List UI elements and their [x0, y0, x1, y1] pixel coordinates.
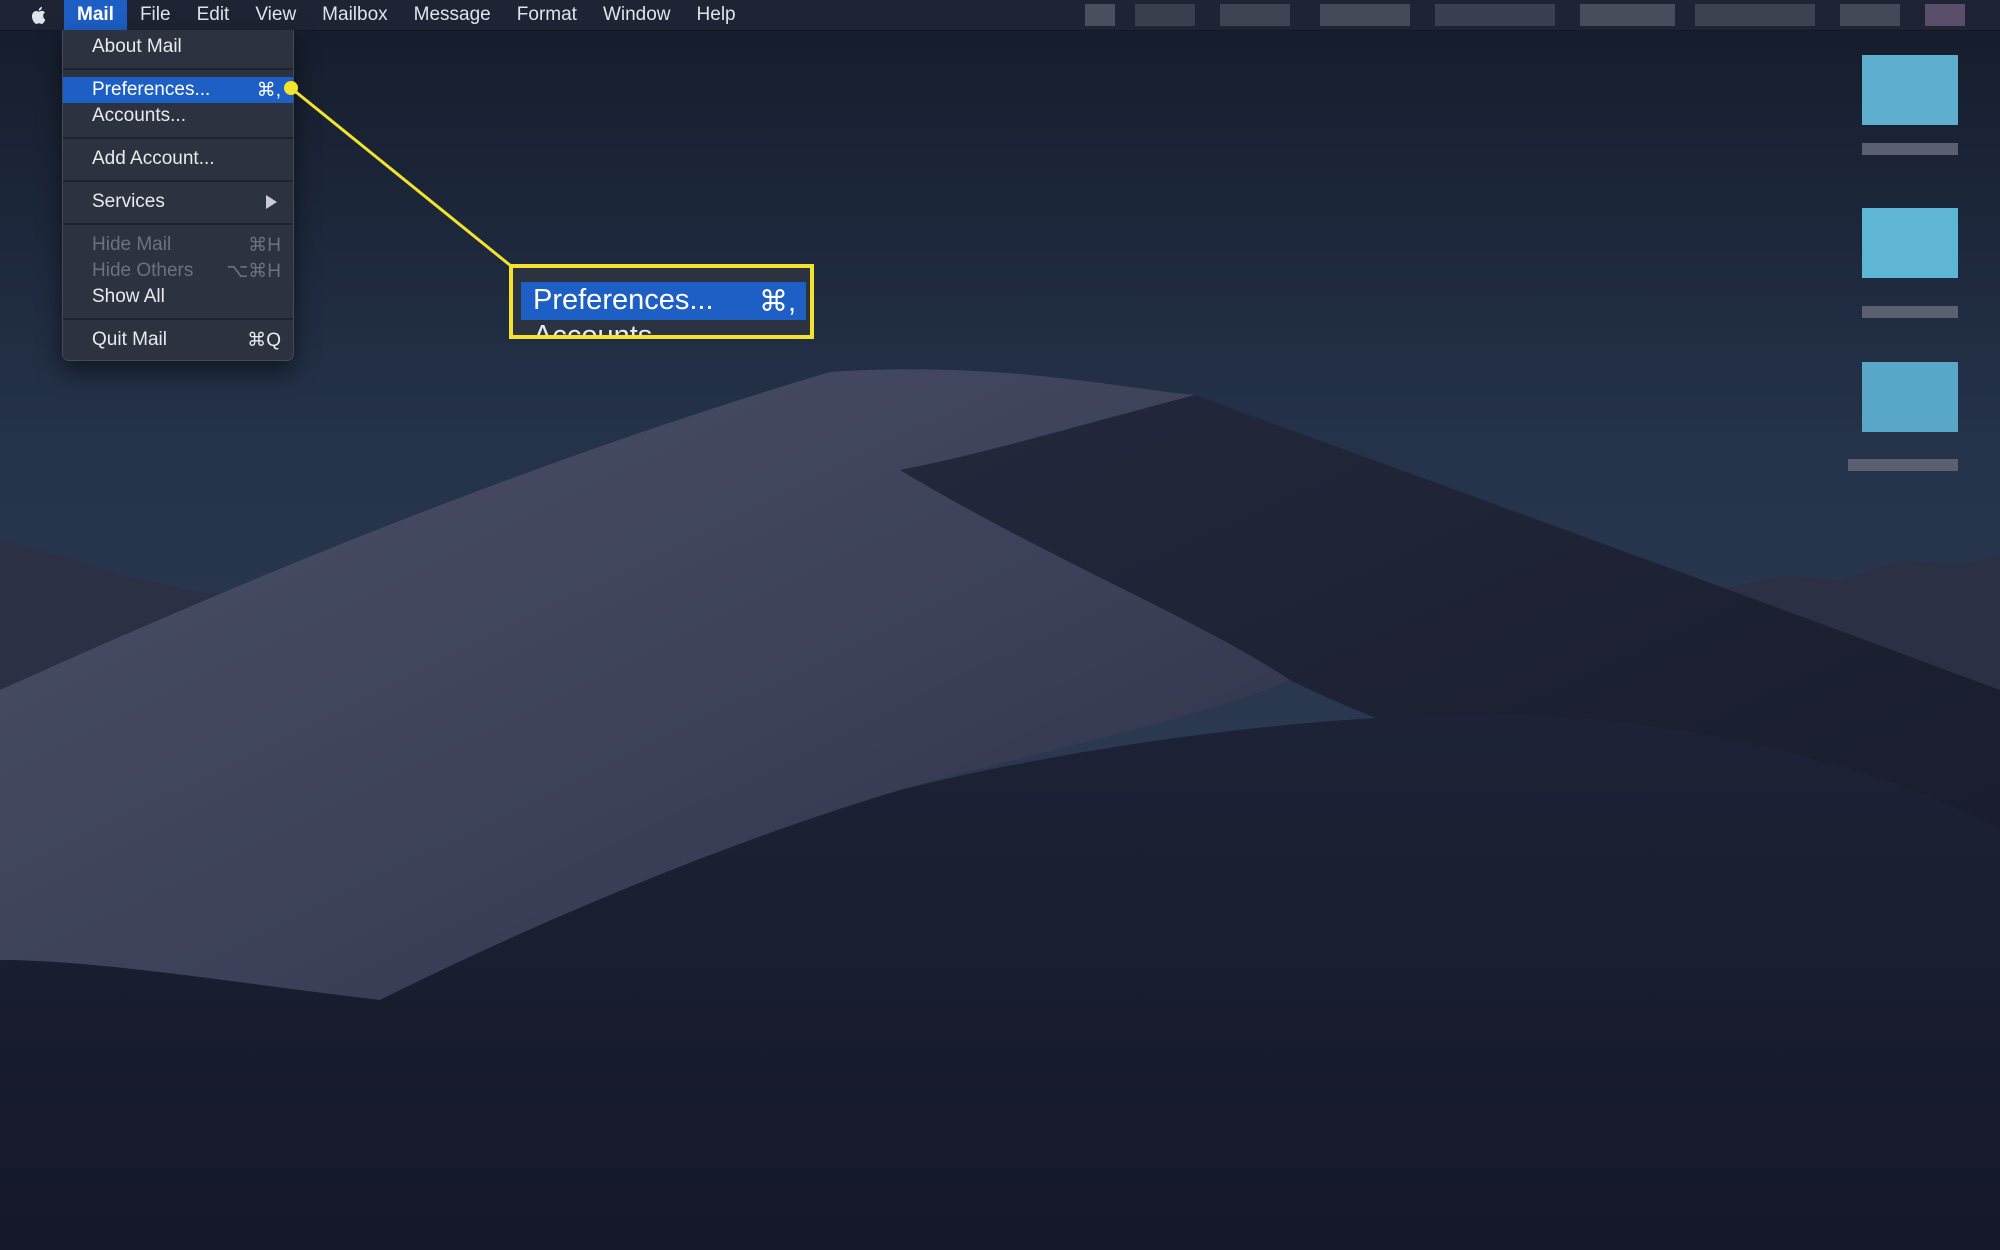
menu-separator: [63, 68, 293, 70]
menu-item-label: Hide Others: [92, 260, 194, 281]
callout-next-label: Accounts: [533, 320, 653, 339]
menu-separator: [63, 223, 293, 225]
menu-item-show-all[interactable]: Show All: [63, 284, 293, 310]
menu-window[interactable]: Window: [590, 0, 684, 30]
desktop-wallpaper: [0, 0, 2000, 1250]
menu-item-add-account[interactable]: Add Account...: [63, 146, 293, 172]
menu-edit[interactable]: Edit: [184, 0, 243, 30]
menu-item-label: Preferences...: [92, 79, 211, 100]
desktop-icon-label: [1862, 306, 1958, 318]
menu-item-hide-others[interactable]: Hide Others ⌥⌘H: [63, 258, 293, 284]
blurred-status-item[interactable]: [1580, 4, 1675, 26]
blurred-status-item[interactable]: [1135, 4, 1195, 26]
menu-item-about-mail[interactable]: About Mail: [63, 34, 293, 60]
menu-bar: Mail File Edit View Mailbox Message Form…: [0, 0, 2000, 31]
menu-separator: [63, 137, 293, 139]
menu-view[interactable]: View: [242, 0, 309, 30]
menu-item-label: Accounts...: [92, 105, 186, 126]
desktop-folder-icon[interactable]: [1862, 208, 1958, 278]
menu-format[interactable]: Format: [504, 0, 590, 30]
blurred-status-item[interactable]: [1320, 4, 1410, 26]
menu-item-label: Add Account...: [92, 148, 215, 169]
menu-item-services[interactable]: Services: [63, 189, 293, 215]
submenu-arrow-icon: [266, 195, 277, 209]
menu-item-label: Show All: [92, 286, 165, 307]
menu-mail[interactable]: Mail: [64, 0, 127, 30]
menu-file[interactable]: File: [127, 0, 184, 30]
apple-logo-icon[interactable]: [28, 4, 50, 26]
menu-item-label: Hide Mail: [92, 234, 172, 255]
desktop-icon-label: [1862, 143, 1958, 155]
menu-mailbox[interactable]: Mailbox: [309, 0, 400, 30]
desktop-folder-icon[interactable]: [1862, 55, 1958, 125]
menu-item-label: About Mail: [92, 36, 182, 57]
menu-item-shortcut: ⌘H: [248, 235, 281, 256]
menu-help[interactable]: Help: [684, 0, 749, 30]
blurred-status-item[interactable]: [1925, 4, 1965, 26]
menu-item-shortcut: ⌘,: [256, 80, 281, 101]
callout-label: Preferences...: [533, 284, 714, 316]
desktop-icon-label: [1848, 459, 1958, 471]
menu-item-hide-mail[interactable]: Hide Mail ⌘H: [63, 232, 293, 258]
menu-item-accounts[interactable]: Accounts...: [63, 103, 293, 129]
desktop-folder-icon[interactable]: [1862, 362, 1958, 432]
blurred-status-item[interactable]: [1085, 4, 1115, 26]
menu-separator: [63, 180, 293, 182]
callout-zoom-box: Preferences... ⌘, Accounts: [509, 264, 814, 339]
callout-shortcut: ⌘,: [758, 286, 796, 318]
blurred-status-item[interactable]: [1695, 4, 1815, 26]
menu-item-label: Services: [92, 191, 165, 212]
blurred-status-item[interactable]: [1840, 4, 1900, 26]
mail-dropdown-menu: About Mail Preferences... ⌘, Accounts...…: [62, 30, 294, 361]
menu-item-preferences[interactable]: Preferences... ⌘,: [63, 77, 293, 103]
menu-item-label: Quit Mail: [92, 329, 167, 350]
menu-message[interactable]: Message: [401, 0, 504, 30]
menu-item-shortcut: ⌥⌘H: [226, 261, 281, 282]
menu-item-quit-mail[interactable]: Quit Mail ⌘Q: [63, 327, 293, 353]
menu-item-shortcut: ⌘Q: [247, 330, 281, 351]
status-menu-area: [1080, 0, 2000, 30]
menu-separator: [63, 318, 293, 320]
blurred-status-item[interactable]: [1435, 4, 1555, 26]
blurred-status-item[interactable]: [1220, 4, 1290, 26]
